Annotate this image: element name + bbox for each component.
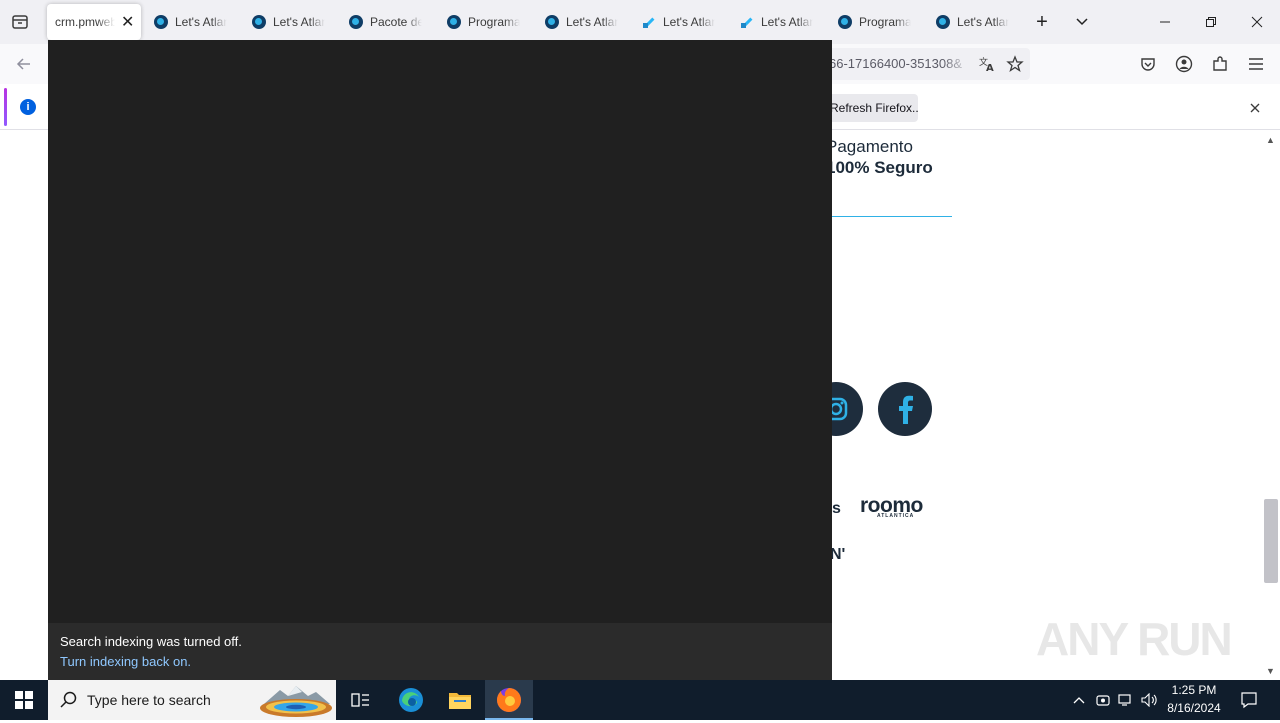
tab[interactable]: Programa [838,4,911,40]
search-placeholder: Type here to search [87,692,211,708]
account-icon[interactable] [1172,52,1196,76]
clock-time[interactable]: 1:25 PM [1164,683,1224,697]
bookmark-star-icon[interactable] [1003,52,1027,76]
tab[interactable]: Let's Atlantica [154,4,227,40]
partner-logo-fragment: N' [830,546,846,563]
tab[interactable]: Programa [447,4,520,40]
search-panel-footer [48,623,832,680]
tab-label: Let's Atlantica [175,15,227,29]
tab[interactable]: Let's Atlantica [936,4,1009,40]
pmweb-favicon-icon [740,15,754,29]
chevron-up-icon[interactable] [1070,690,1088,710]
atlantica-favicon-icon [349,15,363,29]
close-notification-icon[interactable] [1247,100,1263,116]
close-window-icon[interactable] [1242,8,1272,36]
partner-logo-fragment: s [832,500,841,517]
divider [832,216,952,217]
tab-label: Let's Atlantica [957,15,1009,29]
edge-icon[interactable] [387,680,435,720]
indexing-status-text: Search indexing was turned off. [60,634,242,649]
anyrun-watermark: ANY RUN [1036,613,1233,665]
scroll-up-arrow-icon[interactable]: ▲ [1266,135,1275,145]
clock-date[interactable]: 8/16/2024 [1164,701,1224,715]
search-icon [60,691,78,714]
atlantica-favicon-icon [936,15,950,29]
tab-list-chevron-down-icon[interactable] [1067,8,1097,36]
scroll-down-arrow-icon[interactable]: ▼ [1266,666,1275,676]
minimize-icon[interactable] [1150,8,1180,36]
facebook-icon[interactable] [878,382,932,436]
pocket-icon[interactable] [1136,52,1160,76]
tab-label: Let's Atlantica [273,15,325,29]
tab-label: crm.pmweb [55,15,115,29]
network-icon[interactable] [1117,690,1135,710]
scrollbar-thumb[interactable] [1264,499,1278,583]
tab[interactable]: Let's Atlantica [642,4,715,40]
tab[interactable]: Let's Atlantica [740,4,813,40]
search-panel [48,40,832,680]
tab[interactable]: Let's Atlantica [252,4,325,40]
pmweb-favicon-icon [642,15,656,29]
url-text[interactable]: 66-17166400-351308& [829,56,971,74]
turn-indexing-on-link[interactable]: Turn indexing back on. [60,654,191,669]
volume-icon[interactable] [1141,690,1159,710]
windows-start-icon[interactable] [0,680,48,720]
vertical-scrollbar[interactable] [1262,131,1280,680]
tab-label: Let's Atlantica [761,15,813,29]
atlantica-favicon-icon [838,15,852,29]
atlantica-favicon-icon [447,15,461,29]
notification-accent [4,88,7,126]
file-explorer-icon[interactable] [436,680,484,720]
atlantica-favicon-icon [252,15,266,29]
info-icon: i [20,99,36,115]
atlantica-favicon-icon [154,15,168,29]
atlantica-favicon-icon [545,15,559,29]
tab-label: Let's Atlantica [663,15,715,29]
back-arrow-icon[interactable] [12,52,36,76]
firefox-icon[interactable] [485,680,533,720]
svg-text:A: A [986,63,994,73]
extensions-icon[interactable] [1208,52,1232,76]
roomo-logo-subtitle: ATLANTICA [877,513,915,519]
tab-label: Programa [468,15,520,29]
tab-active[interactable]: crm.pmweb ✕ [47,4,141,40]
tab[interactable]: Pacote de [349,4,422,40]
payment-text-line2: 100% Seguro [826,158,933,177]
tab-label: Programa [859,15,911,29]
tab-label: Pacote de [370,15,422,29]
refresh-firefox-button[interactable]: Refresh Firefox... [820,94,918,122]
new-tab-icon[interactable]: + [1027,8,1057,36]
tab[interactable]: Let's Atlantica [545,4,618,40]
tab-label: Let's Atlantica [566,15,618,29]
search-highlight-image [258,684,334,718]
task-view-icon[interactable] [336,680,384,720]
meet-now-icon[interactable] [1094,690,1112,710]
close-tab-icon[interactable]: ✕ [121,12,134,32]
translate-icon[interactable]: 文A [975,52,999,76]
menu-hamburger-icon[interactable] [1244,52,1268,76]
notification-center-icon[interactable] [1239,689,1259,711]
payment-text-line1: Pagamento [826,137,913,156]
restore-icon[interactable] [1196,8,1226,36]
firefox-view-icon[interactable] [8,10,32,34]
